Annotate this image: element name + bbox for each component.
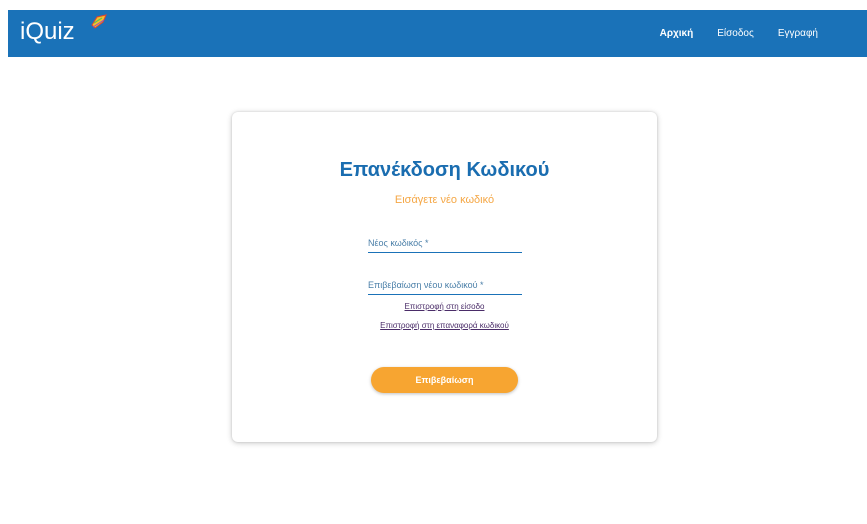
- back-to-login-link[interactable]: Επιστροφή στη είσοδο: [232, 302, 657, 311]
- page-subtitle: Εισάγετε νέο κωδικό: [394, 194, 495, 206]
- nav-links: Αρχική Είσοδος Εγγραφή: [660, 10, 867, 57]
- reset-password-card: Επανέκδοση Κωδικού Εισάγετε νέο κωδικό Ε…: [232, 112, 657, 442]
- page-title: Επανέκδοση Κωδικού: [339, 159, 550, 181]
- logo-icon: [91, 14, 107, 29]
- new-password-field: [368, 233, 522, 253]
- top-navbar: iQuiz Αρχική Είσοδος Εγγραφή: [8, 10, 867, 57]
- confirm-password-field: [368, 275, 522, 295]
- new-password-input[interactable]: [368, 236, 522, 252]
- back-to-reset-link[interactable]: Επιστροφή στη επαναφορά κωδικού: [232, 321, 657, 330]
- nav-link-home[interactable]: Αρχική: [660, 28, 694, 39]
- confirm-button[interactable]: Επιβεβαίωση: [371, 367, 518, 393]
- confirm-password-input[interactable]: [368, 278, 522, 294]
- nav-link-login[interactable]: Είσοδος: [717, 28, 754, 39]
- logo-text[interactable]: iQuiz: [20, 18, 75, 46]
- nav-link-register[interactable]: Εγγραφή: [778, 28, 818, 39]
